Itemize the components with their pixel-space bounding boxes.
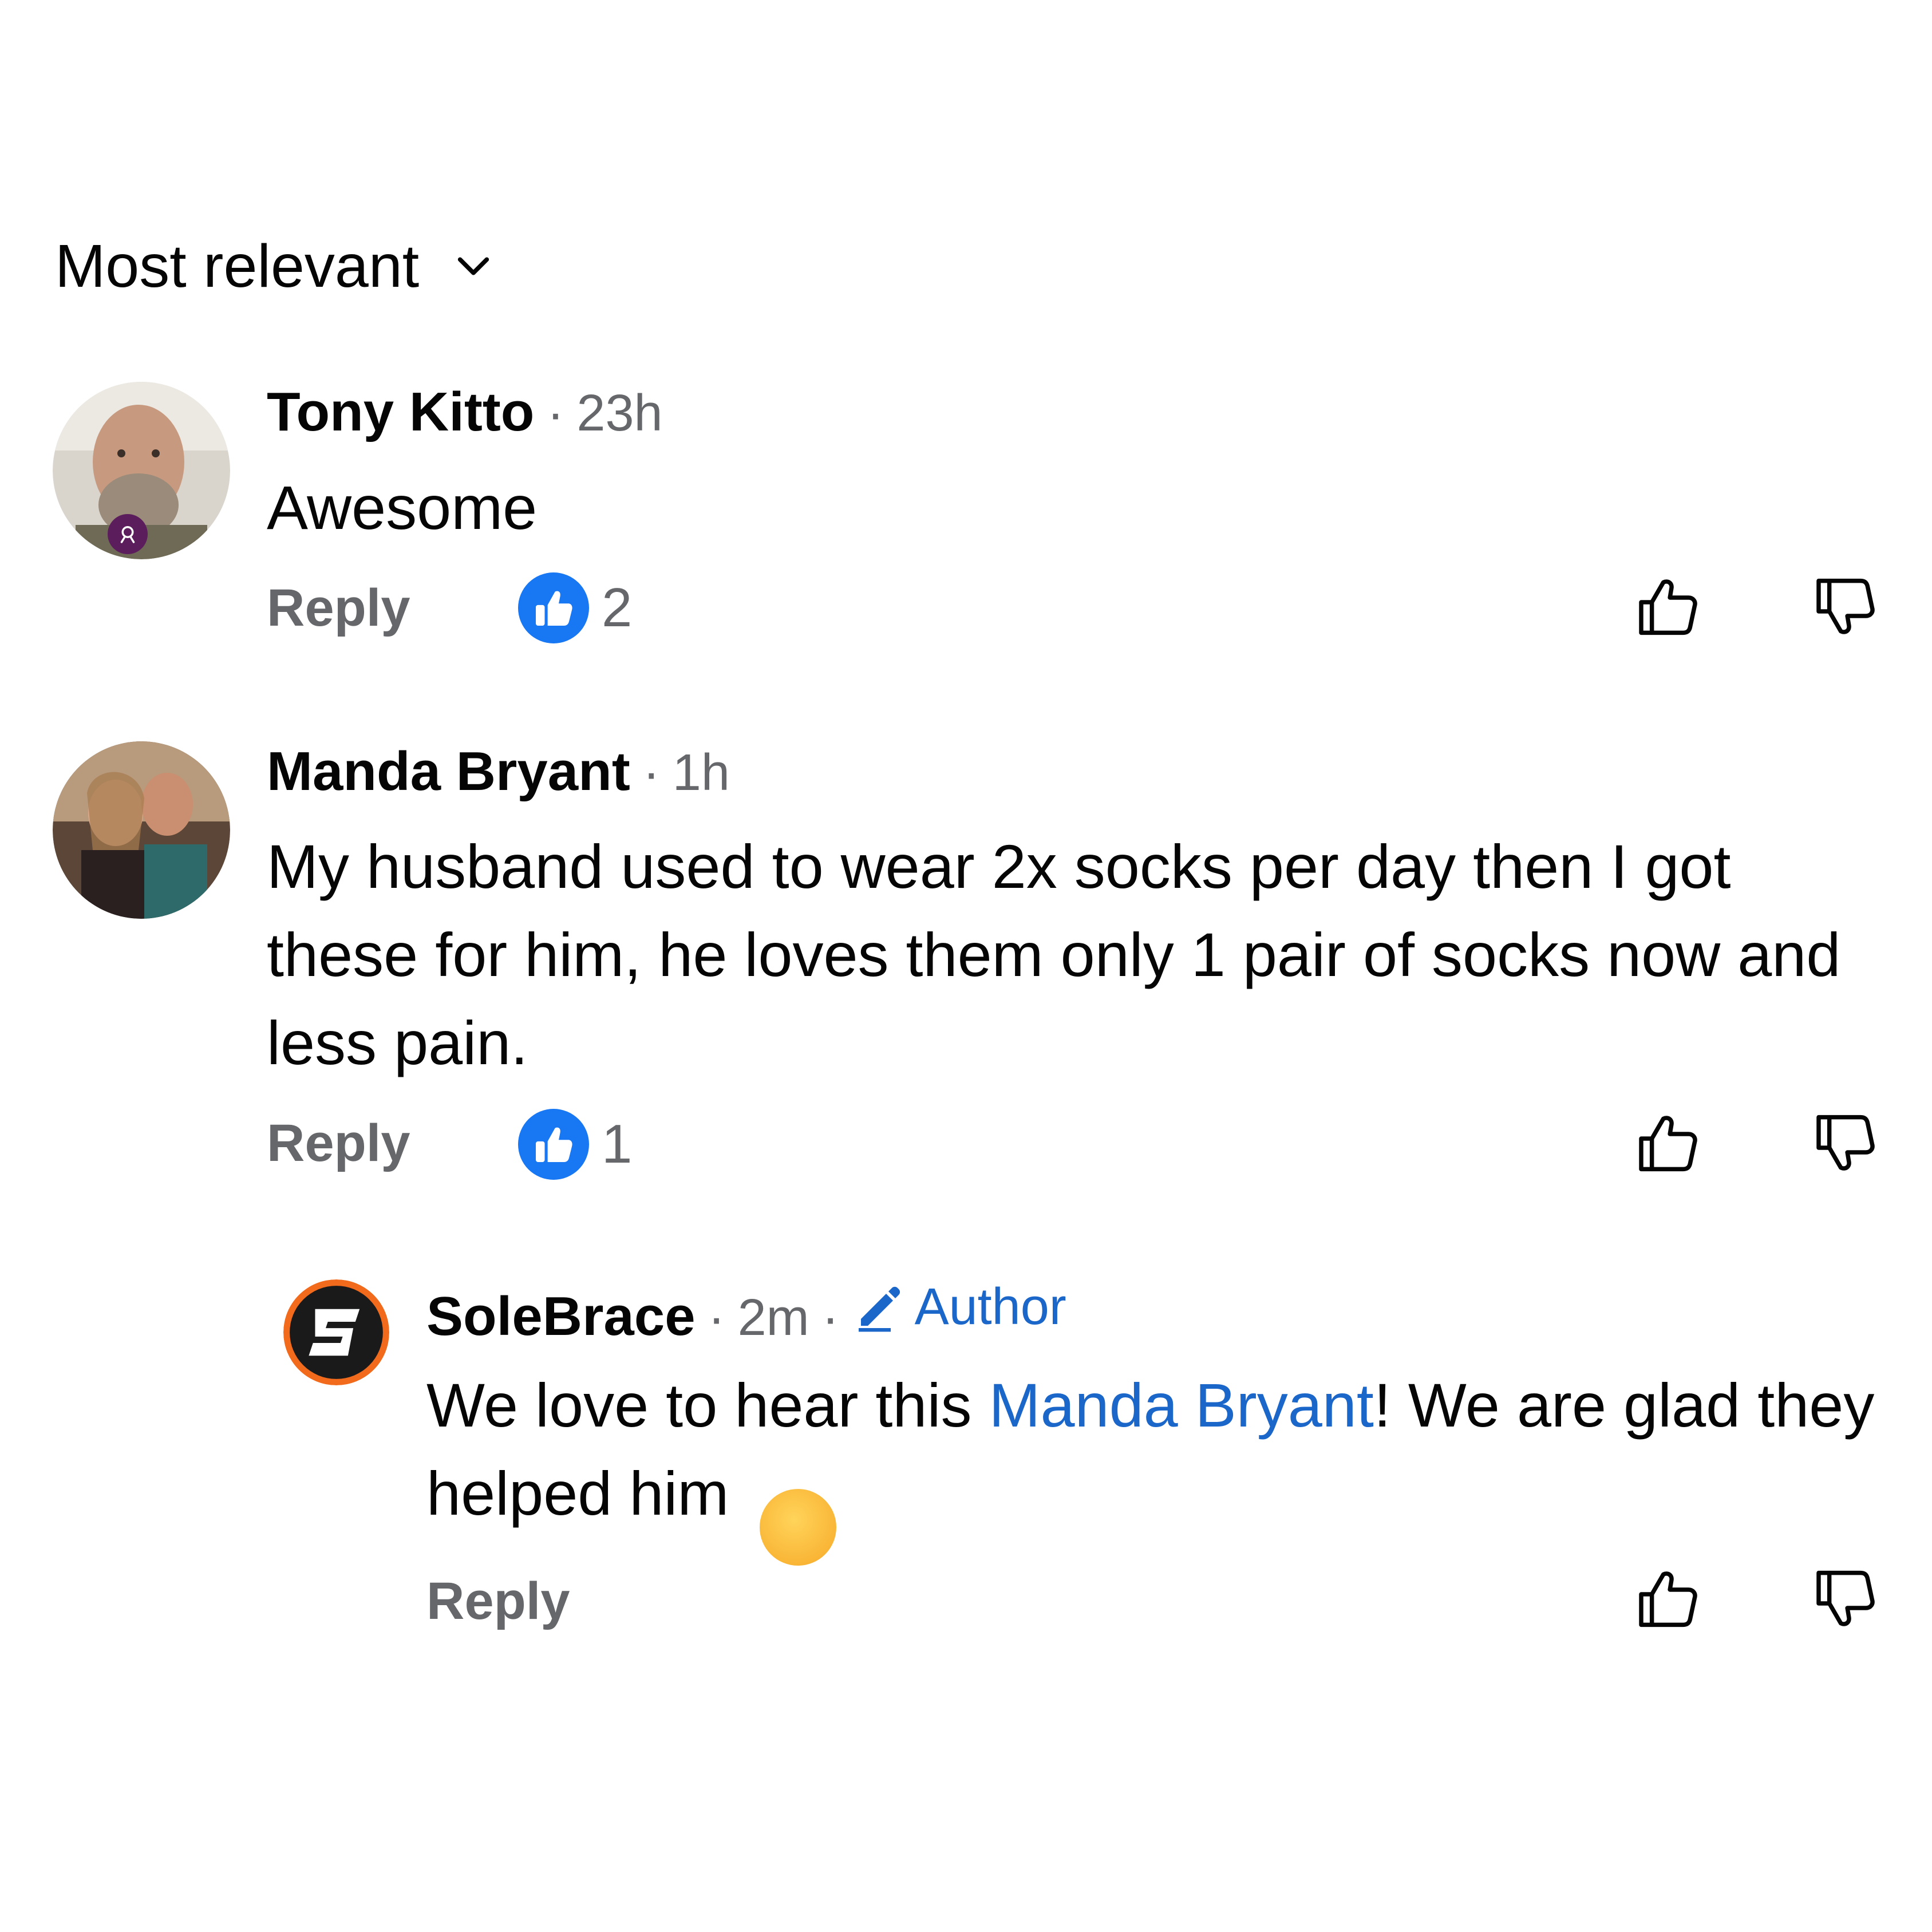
reply-button[interactable]: Reply [267,578,410,638]
comment-text: Awesome [267,473,538,542]
comment-time[interactable]: 1h [673,744,730,803]
comment-text: My husband used to wear 2x socks per day… [267,832,1841,1077]
author-badge-label: Author [914,1278,1066,1336]
reply-text: We love to hear this Manda Bryant! We ar… [426,1361,1898,1566]
reaction-summary[interactable]: 1 [518,1109,632,1180]
reaction-summary[interactable]: 2 [518,572,632,643]
reply-author[interactable]: SoleBrace [426,1285,696,1348]
separator-dot: · [642,744,660,801]
reply-header: SoleBrace · 2m · Author [426,1278,1066,1348]
dislike-button[interactable] [1809,1106,1883,1180]
thumbs-down-icon [1816,578,1875,634]
comment-author[interactable]: Tony Kitto [267,381,534,444]
comment-header: Manda Bryant · 1h [267,740,730,803]
reaction-count: 2 [602,577,633,638]
dislike-button[interactable] [1809,570,1883,644]
reply-text-before: We love to hear this [426,1370,989,1440]
smiling-face-emoji-icon: 😊 [760,1489,837,1566]
like-button[interactable] [1631,570,1706,644]
pencil-icon [858,1286,900,1332]
chevron-down-icon [458,257,489,275]
thumbs-up-icon [1639,579,1697,635]
mention-link[interactable]: Manda Bryant [989,1370,1374,1440]
dislike-button[interactable] [1809,1562,1883,1636]
like-button[interactable] [1631,1562,1706,1636]
author-badge: Author [852,1278,1066,1337]
contributor-badge-icon [108,514,148,554]
thumbs-down-icon [1816,1570,1875,1626]
sort-label: Most relevant [55,232,420,300]
separator-dot: · [547,385,564,442]
avatar-solebrace[interactable] [283,1279,389,1385]
comment-header: Tony Kitto · 23h [267,381,663,444]
comment-author[interactable]: Manda Bryant [267,740,630,803]
thumbs-up-icon [1639,1116,1697,1172]
avatar-manda-bryant[interactable] [53,741,230,919]
separator-dot: · [821,1289,839,1346]
reaction-count: 1 [602,1113,633,1175]
reply-button[interactable]: Reply [426,1571,570,1631]
solebrace-logo [283,1279,389,1385]
thumbs-down-icon [1816,1115,1875,1171]
like-reaction-icon [518,572,589,643]
comment-time[interactable]: 23h [576,384,662,443]
sort-dropdown[interactable]: Most relevant [55,229,493,303]
reply-button[interactable]: Reply [267,1113,410,1174]
like-button[interactable] [1631,1106,1706,1180]
separator-dot: · [708,1289,725,1346]
thumbs-up-icon [1639,1571,1697,1627]
like-reaction-icon [518,1109,589,1180]
reply-time[interactable]: 2m [738,1289,809,1348]
